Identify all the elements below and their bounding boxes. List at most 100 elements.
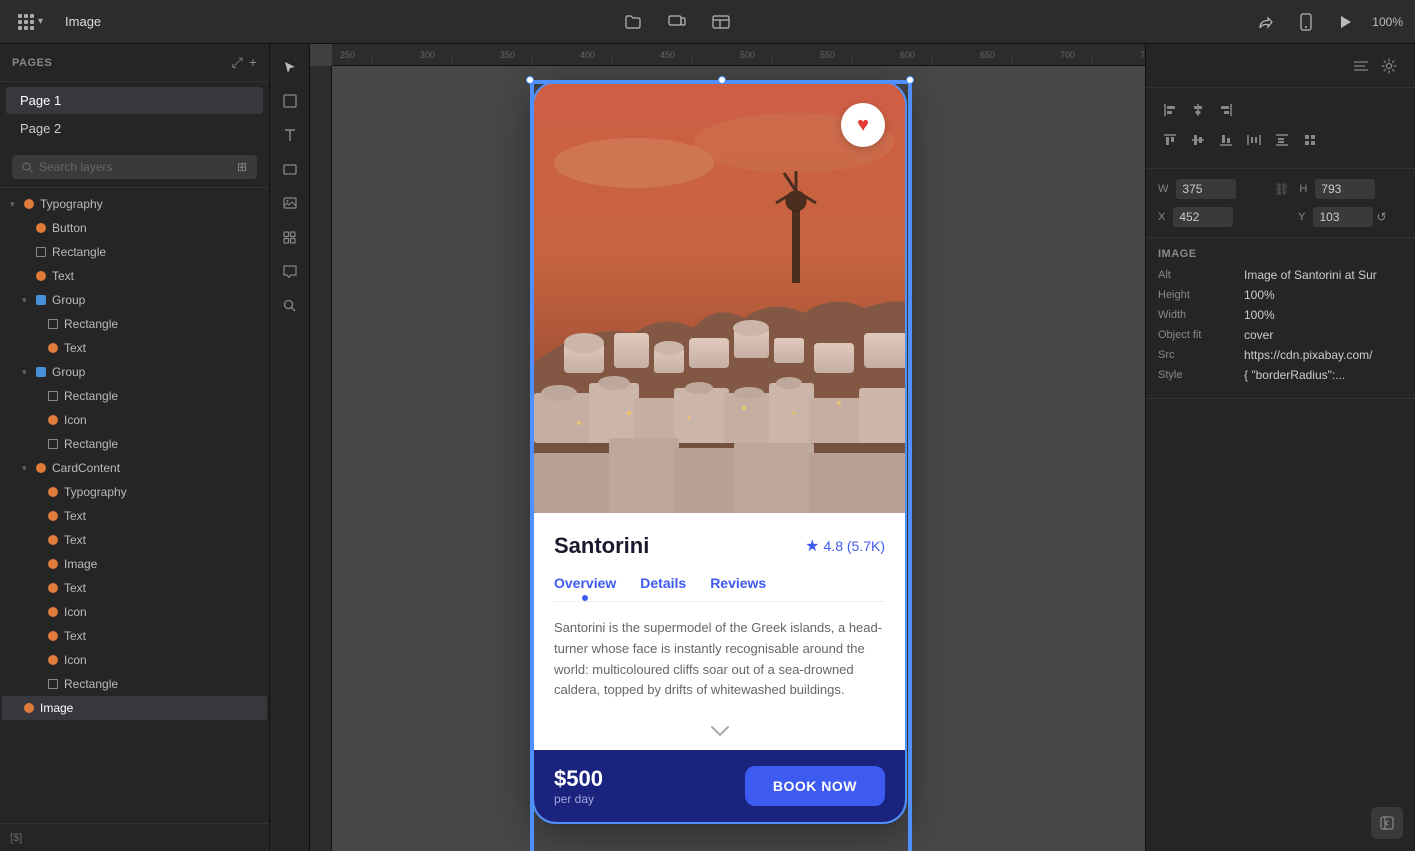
align-top-btn[interactable] — [1158, 128, 1182, 152]
svg-text:550: 550 — [820, 50, 835, 60]
rotate-icon[interactable]: ↺ — [1376, 210, 1386, 224]
svg-text:750: 750 — [1140, 50, 1145, 60]
layer-text-4[interactable]: Text — [2, 528, 267, 552]
svg-text:200: 200 — [310, 219, 311, 234]
layer-text-3[interactable]: Text — [2, 504, 267, 528]
expand-chevron[interactable] — [554, 713, 885, 750]
align-left-btn[interactable] — [1158, 98, 1182, 122]
layer-icon-2[interactable]: Icon — [2, 600, 267, 624]
xy-row: X ⛓ Y ↺ — [1158, 207, 1403, 227]
fullscreen-pages-icon[interactable]: ⤢ — [232, 54, 243, 71]
search-placeholder: Search layers — [39, 160, 112, 174]
object-fit-label: Object fit — [1158, 329, 1238, 341]
text-tool[interactable] — [275, 120, 305, 150]
search-tool[interactable] — [275, 290, 305, 320]
page-item-2[interactable]: Page 2 — [6, 115, 263, 142]
layer-rectangle-2[interactable]: Rectangle — [2, 312, 267, 336]
layer-image-root[interactable]: Image — [2, 696, 267, 720]
layer-typography-inner[interactable]: Typography — [2, 480, 267, 504]
svg-text:650: 650 — [980, 50, 995, 60]
devices-icon[interactable] — [663, 8, 691, 36]
svg-text:400: 400 — [580, 50, 595, 60]
share-icon[interactable] — [1252, 8, 1280, 36]
component-tool[interactable] — [275, 222, 305, 252]
comment-tool[interactable] — [275, 256, 305, 286]
layer-text-6[interactable]: Text — [2, 624, 267, 648]
layer-text-1[interactable]: Text — [2, 264, 267, 288]
rating-text: 4.8 (5.7K) — [824, 538, 885, 554]
image-tool[interactable] — [275, 188, 305, 218]
layer-group-2[interactable]: ▾ Group — [2, 360, 267, 384]
align-middle-btn[interactable] — [1186, 128, 1210, 152]
handle-tm[interactable] — [718, 76, 726, 84]
align-center-h-btn[interactable] — [1186, 98, 1210, 122]
page-item-1[interactable]: Page 1 — [6, 87, 263, 114]
layer-icon-3[interactable]: Icon — [2, 648, 267, 672]
layer-typography-root[interactable]: ▾ Typography — [2, 192, 267, 216]
frame-tool[interactable] — [275, 86, 305, 116]
tab-reviews[interactable]: Reviews — [710, 575, 766, 599]
layer-text-2[interactable]: Text — [2, 336, 267, 360]
tab-details[interactable]: Details — [640, 575, 686, 599]
panel-toggle-button[interactable] — [1371, 807, 1403, 839]
layer-text-5[interactable]: Text — [2, 576, 267, 600]
layer-cardcontent[interactable]: ▾ CardContent — [2, 456, 267, 480]
right-panel-top — [1146, 44, 1415, 88]
search-box[interactable]: Search layers ⊞ — [12, 155, 257, 179]
search-icon — [22, 162, 33, 173]
add-page-icon[interactable]: + — [249, 54, 257, 71]
layer-button[interactable]: Button — [2, 216, 267, 240]
ruler-v-svg: 100 150 200 250 300 350 400 450 500 550 … — [310, 66, 332, 851]
alt-value: Image of Santorini at Sur — [1244, 268, 1403, 282]
play-button[interactable] — [1332, 8, 1360, 36]
width-row: Width 100% — [1158, 308, 1403, 322]
alignment-section — [1146, 88, 1415, 169]
align-right-btn[interactable] — [1214, 98, 1238, 122]
mobile-preview-icon[interactable] — [1292, 8, 1320, 36]
settings-panel-icon[interactable] — [1375, 52, 1403, 80]
height-input[interactable] — [1315, 179, 1375, 199]
book-now-button[interactable]: BOOK NOW — [745, 766, 885, 806]
layer-rectangle-3[interactable]: Rectangle — [2, 384, 267, 408]
tab-overview[interactable]: Overview — [554, 575, 616, 599]
distribute-v-btn[interactable] — [1270, 128, 1294, 152]
layout-icon[interactable] — [707, 8, 735, 36]
align-bottom-btn[interactable] — [1214, 128, 1238, 152]
layer-image-inner[interactable]: Image — [2, 552, 267, 576]
layer-group-1[interactable]: ▾ Group — [2, 288, 267, 312]
ruler-vertical: 100 150 200 250 300 350 400 450 500 550 … — [310, 66, 332, 851]
handle-tl[interactable] — [526, 76, 534, 84]
topbar-right: 100% — [1252, 8, 1403, 36]
canvas-area[interactable]: 250 300 350 400 450 500 550 600 — [310, 44, 1145, 851]
link-icon[interactable]: ⛓ — [1270, 182, 1293, 196]
distribute-h-btn[interactable] — [1242, 128, 1266, 152]
x-input[interactable] — [1173, 207, 1233, 227]
heart-button[interactable]: ♥ — [841, 103, 885, 147]
y-input[interactable] — [1313, 207, 1373, 227]
handle-tr[interactable] — [906, 76, 914, 84]
card-description: Santorini is the supermodel of the Greek… — [554, 618, 885, 701]
svg-text:100: 100 — [310, 99, 311, 114]
align-grid-btn[interactable] — [1298, 128, 1322, 152]
style-row: Style { "borderRadius":... — [1158, 368, 1403, 382]
align-panel-icon[interactable] — [1347, 52, 1375, 80]
select-tool[interactable] — [275, 52, 305, 82]
grid-menu-button[interactable]: ▾ — [12, 10, 49, 34]
h-label: H — [1299, 183, 1307, 195]
layer-rectangle-1[interactable]: Rectangle — [2, 240, 267, 264]
layer-rectangle-4[interactable]: Rectangle — [2, 432, 267, 456]
group-icon-2 — [36, 367, 46, 377]
layer-rectangle-5[interactable]: Rectangle — [2, 672, 267, 696]
rectangle-tool[interactable] — [275, 154, 305, 184]
canvas-bg[interactable]: ♥ Santorini ★ 4.8 (5.7K) — [332, 66, 1145, 851]
filter-icon[interactable]: ⊞ — [237, 160, 247, 174]
src-label: Src — [1158, 349, 1238, 361]
object-fit-value: cover — [1244, 328, 1403, 342]
layer-icon-1[interactable]: Icon — [2, 408, 267, 432]
svg-text:350: 350 — [500, 50, 515, 60]
svg-text:650: 650 — [310, 759, 311, 774]
folder-icon[interactable] — [619, 8, 647, 36]
topbar-center — [101, 8, 1252, 36]
width-input[interactable] — [1176, 179, 1236, 199]
w-label: W — [1158, 183, 1168, 195]
